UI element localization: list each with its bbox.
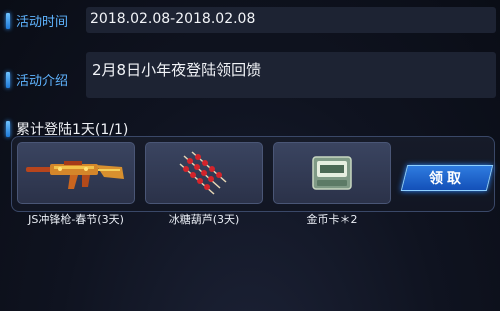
claim-button[interactable]: 领取 bbox=[400, 165, 494, 191]
event-intro-label: 活动介绍 bbox=[16, 74, 69, 89]
reward-name-3: 金币卡＊2 bbox=[306, 213, 358, 226]
gold-submachine-gun-icon bbox=[26, 161, 124, 189]
section-marker bbox=[6, 121, 10, 137]
section-marker bbox=[6, 12, 10, 29]
reward-name-1: JS冲锋枪-春节(3天) bbox=[28, 213, 124, 226]
gold-coin-card-icon bbox=[312, 156, 352, 190]
reward-name-2: 冰糖葫芦(3天) bbox=[168, 213, 240, 226]
reward-slot-1[interactable] bbox=[17, 142, 135, 204]
section-marker bbox=[6, 71, 10, 88]
event-time-label-row: 活动时间 bbox=[6, 11, 68, 30]
reward-slot-3[interactable] bbox=[273, 142, 391, 204]
reward-slot-2[interactable] bbox=[145, 142, 263, 204]
event-intro-value: 2月8日小年夜登陆领回馈 bbox=[92, 61, 262, 79]
event-time-value: 2018.02.08-2018.02.08 bbox=[90, 11, 256, 27]
claim-button-label: 领取 bbox=[429, 171, 465, 187]
candied-haws-icon bbox=[179, 151, 227, 195]
event-time-label: 活动时间 bbox=[16, 15, 69, 30]
event-intro-label-row: 活动介绍 bbox=[6, 70, 68, 89]
